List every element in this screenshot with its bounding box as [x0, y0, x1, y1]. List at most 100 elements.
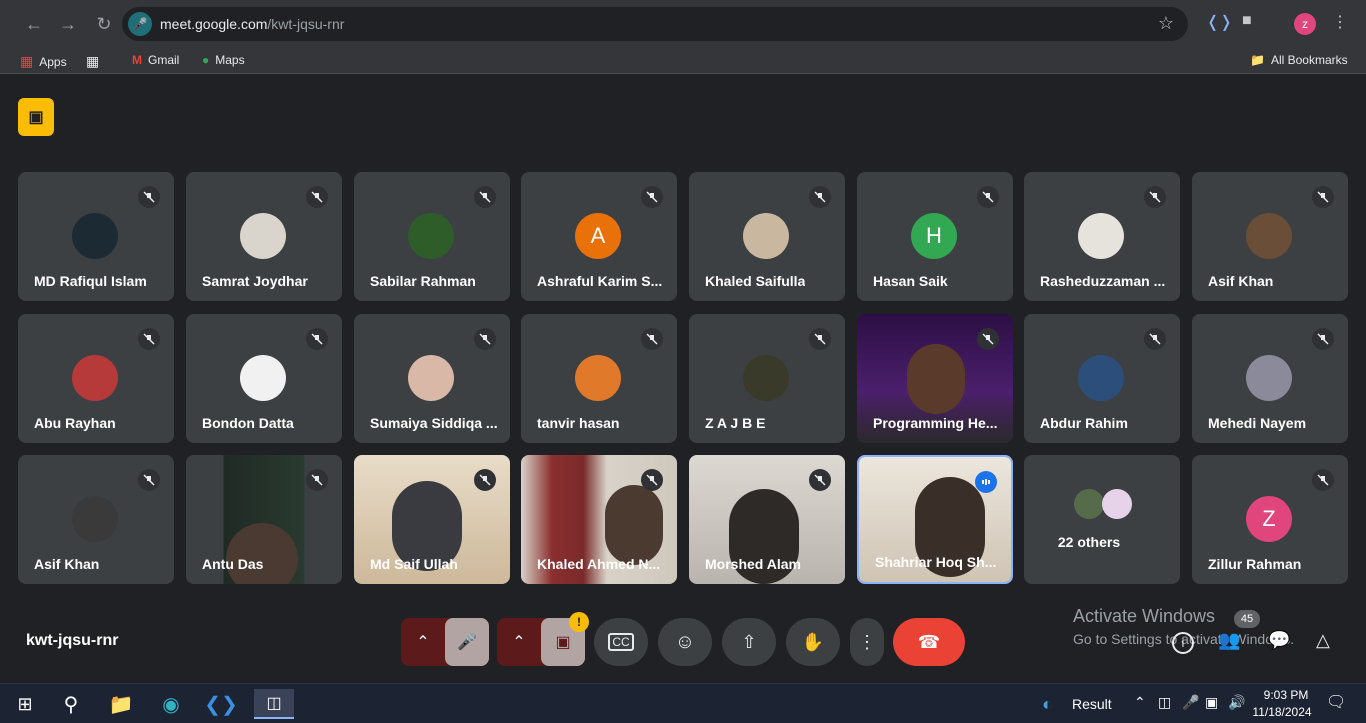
- captions-button[interactable]: CC: [594, 618, 648, 666]
- reload-icon[interactable]: ↻: [90, 10, 118, 38]
- mic-off-icon: [306, 328, 328, 350]
- participant-tile[interactable]: H Hasan Saik: [857, 172, 1013, 301]
- participant-tile[interactable]: Antu Das: [186, 455, 342, 584]
- participant-tile[interactable]: Z Zillur Rahman: [1192, 455, 1348, 584]
- participant-tile[interactable]: tanvir hasan: [521, 314, 677, 443]
- participant-tile-active-speaker[interactable]: Shahriar Hoq Sh...: [857, 455, 1013, 584]
- participant-tile[interactable]: MD Rafiqul Islam: [18, 172, 174, 301]
- extensions-icon[interactable]: ■: [1242, 12, 1252, 30]
- camera-options-chevron-icon[interactable]: ⌃: [497, 632, 541, 652]
- forward-icon[interactable]: →: [54, 10, 82, 38]
- tray-chevron-icon[interactable]: ⌃: [1134, 694, 1146, 711]
- bookmark-gmail[interactable]: M Gmail: [132, 53, 179, 67]
- participant-tile[interactable]: Sumaiya Siddiqa ...: [354, 314, 510, 443]
- avatar: [1078, 213, 1124, 259]
- more-vert-icon: ⋮: [858, 631, 876, 652]
- participant-name: Khaled Ahmed N...: [537, 556, 661, 572]
- participant-tile[interactable]: Z A J B E: [689, 314, 845, 443]
- mic-off-icon: [1312, 186, 1334, 208]
- bookmark-gmail-label: Gmail: [148, 53, 180, 67]
- avatar: [743, 213, 789, 259]
- emoji-icon: ☺: [674, 630, 696, 653]
- address-bar[interactable]: 🎤 meet.google.com/kwt-jqsu-rnr ☆: [122, 7, 1188, 41]
- mic-off-icon: [138, 469, 160, 491]
- bookmark-apps[interactable]: ▦ Apps: [20, 53, 67, 70]
- leave-call-button[interactable]: ☎: [893, 618, 965, 666]
- audio-indicator-icon[interactable]: ❬❭: [1206, 12, 1233, 32]
- participant-tile[interactable]: Mehedi Nayem: [1192, 314, 1348, 443]
- clock-date[interactable]: 11/18/2024: [1250, 705, 1314, 719]
- avatar: Z: [1246, 496, 1292, 542]
- participant-tile[interactable]: Md Saif Ullah: [354, 455, 510, 584]
- menu-icon[interactable]: ⋮: [1332, 12, 1348, 32]
- participant-tile[interactable]: Programming He...: [857, 314, 1013, 443]
- bookmark-grid[interactable]: ▦: [86, 53, 99, 70]
- present-screen-icon: ⇧: [741, 631, 757, 652]
- participant-tile[interactable]: Bondon Datta: [186, 314, 342, 443]
- participant-tile[interactable]: Rasheduzzaman ...: [1024, 172, 1180, 301]
- people-icon[interactable]: 👥: [1218, 630, 1240, 651]
- bookmark-maps[interactable]: ● Maps: [202, 53, 245, 67]
- more-options-button[interactable]: ⋮: [850, 618, 884, 666]
- participant-tile[interactable]: Khaled Ahmed N...: [521, 455, 677, 584]
- mic-tray-icon[interactable]: 🎤: [1182, 694, 1199, 711]
- warning-badge-icon: !: [569, 612, 589, 632]
- avatar: [1078, 355, 1124, 401]
- emoji-button[interactable]: ☺: [658, 618, 712, 666]
- windows-start-icon[interactable]: ⊞: [10, 689, 40, 719]
- edge-browser-icon[interactable]: ◉: [156, 689, 186, 719]
- participant-name: Mehedi Nayem: [1208, 415, 1307, 431]
- weather-icon[interactable]: ◐: [1042, 694, 1053, 715]
- present-button[interactable]: ⇧: [722, 618, 776, 666]
- participant-tile[interactable]: Morshed Alam: [689, 455, 845, 584]
- weather-label[interactable]: Result: [1072, 696, 1112, 712]
- profile-avatar[interactable]: z: [1294, 13, 1316, 35]
- mic-off-icon: [138, 328, 160, 350]
- chrome-active-icon[interactable]: ◫: [254, 689, 294, 719]
- vscode-icon[interactable]: ❮❯: [204, 689, 238, 719]
- bookmark-star-icon[interactable]: ☆: [1158, 13, 1174, 34]
- mic-site-icon[interactable]: 🎤: [128, 12, 152, 36]
- bookmark-all[interactable]: 📁 All Bookmarks: [1250, 53, 1348, 67]
- participant-tile[interactable]: Abu Rayhan: [18, 314, 174, 443]
- bookmark-maps-label: Maps: [215, 53, 245, 67]
- file-explorer-icon[interactable]: 📁: [106, 689, 136, 719]
- mic-off-button[interactable]: 🎤: [445, 618, 489, 666]
- avatar: [743, 355, 789, 401]
- participant-tile[interactable]: Khaled Saifulla: [689, 172, 845, 301]
- search-icon[interactable]: ⚲: [56, 689, 86, 719]
- notifications-icon[interactable]: 🗨: [1326, 692, 1346, 712]
- participant-tile[interactable]: Asif Khan: [1192, 172, 1348, 301]
- participant-tile[interactable]: A Ashraful Karim S...: [521, 172, 677, 301]
- volume-icon[interactable]: 🔊: [1228, 694, 1245, 711]
- chat-icon[interactable]: 💬: [1268, 630, 1290, 651]
- participant-tile[interactable]: Abdur Rahim: [1024, 314, 1180, 443]
- mic-options-chevron-icon[interactable]: ⌃: [401, 632, 445, 652]
- url-text[interactable]: meet.google.com/kwt-jqsu-rnr: [160, 16, 344, 32]
- avatar: [1246, 355, 1292, 401]
- mic-off-icon: [1312, 328, 1334, 350]
- bookmarks-bar: ▦ Apps ▦ M Gmail ● Maps 📁 All Bookmarks: [0, 48, 1366, 74]
- participant-tile[interactable]: Samrat Joydhar: [186, 172, 342, 301]
- back-icon[interactable]: ←: [20, 10, 48, 38]
- participant-name: Samrat Joydhar: [202, 273, 308, 289]
- participant-name: Rasheduzzaman ...: [1040, 273, 1166, 289]
- participant-name: Antu Das: [202, 556, 264, 572]
- captions-icon: CC: [608, 633, 634, 651]
- participant-tile[interactable]: Sabilar Rahman: [354, 172, 510, 301]
- camera-toggle-group[interactable]: ⌃ ▣ !: [497, 612, 589, 666]
- tray-app-icon[interactable]: ◫: [1158, 694, 1171, 711]
- participant-name: Abdur Rahim: [1040, 415, 1128, 431]
- participant-name: Z A J B E: [705, 415, 766, 431]
- meeting-info-icon[interactable]: i: [1172, 632, 1194, 654]
- mic-toggle-group[interactable]: ⌃ 🎤: [401, 618, 489, 666]
- network-icon[interactable]: ▣: [1205, 694, 1218, 711]
- participant-name: Zillur Rahman: [1208, 556, 1302, 572]
- clock-time[interactable]: 9:03 PM: [1258, 688, 1314, 702]
- no-video-badge-icon[interactable]: ▣: [18, 98, 54, 136]
- participant-tile[interactable]: Asif Khan: [18, 455, 174, 584]
- raise-hand-button[interactable]: ✋: [786, 618, 840, 666]
- others-tile[interactable]: 22 others: [1024, 455, 1180, 584]
- activities-icon[interactable]: △: [1316, 630, 1330, 651]
- mic-off-icon: [474, 186, 496, 208]
